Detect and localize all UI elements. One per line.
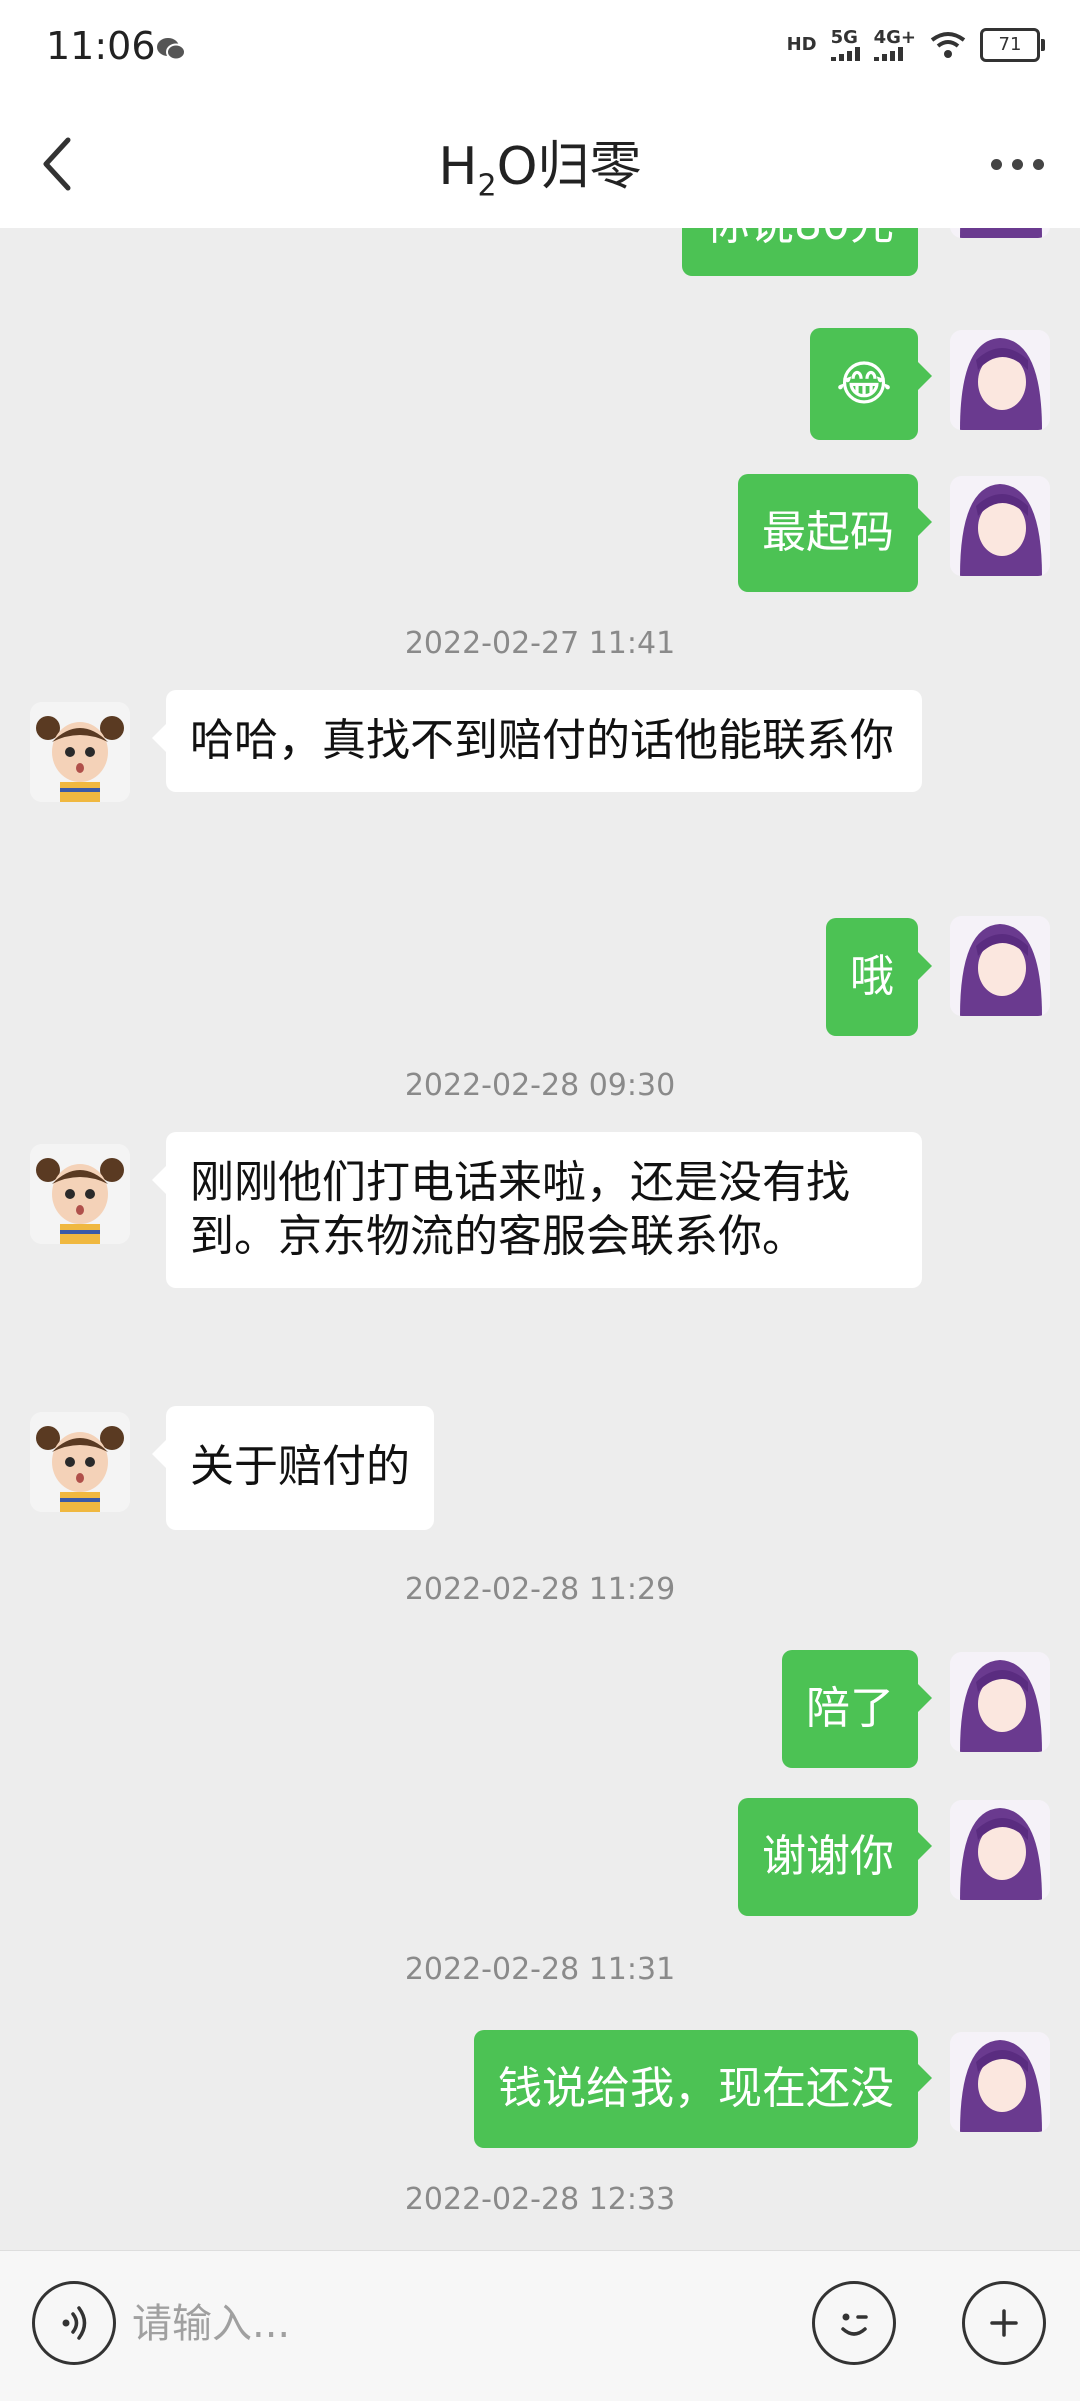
message-timestamp: 2022-02-28 12:33 <box>404 2182 676 2217</box>
sent-message-bubble[interactable]: 谢谢你 <box>738 1798 932 1916</box>
signal-bars-4g-icon <box>873 47 903 61</box>
sent-message-bubble[interactable]: 最起码 <box>738 474 932 592</box>
sent-emoji-bubble[interactable]: 😂 <box>810 328 932 440</box>
received-message-bubble[interactable]: 哈哈，真找不到赔付的话他能联系你 <box>152 690 922 792</box>
my-avatar[interactable] <box>950 2032 1050 2132</box>
wifi-icon <box>930 32 966 58</box>
network-4g-label: 4G+ <box>873 27 916 48</box>
message-timestamp: 2022-02-27 11:41 <box>404 626 676 661</box>
more-functions-button[interactable] <box>962 2281 1046 2365</box>
plus-icon <box>990 2309 1018 2337</box>
sent-message-bubble[interactable]: 陪了 <box>782 1650 932 1768</box>
received-message-bubble[interactable]: 刚刚他们打电话来啦，还是没有找到。京东物流的客服会联系你。 <box>152 1132 922 1288</box>
sent-message-bubble[interactable]: 你说80元 <box>682 228 918 276</box>
signal-bars-5g-icon <box>830 47 860 61</box>
received-message-bubble[interactable]: 关于赔付的 <box>152 1406 434 1530</box>
emoji-button[interactable] <box>812 2281 896 2365</box>
battery-icon: 71 <box>980 28 1045 62</box>
hd-label: HD <box>786 34 817 55</box>
my-avatar[interactable] <box>950 1800 1050 1900</box>
wechat-notification-icon <box>157 38 186 61</box>
message-timestamp: 2022-02-28 11:31 <box>404 1952 676 1987</box>
message-list[interactable]: 你说80元 😂 最起码 2022-02-27 11:41 哈哈，真找不到赔付的话… <box>0 228 1080 2250</box>
voice-icon <box>62 2306 87 2340</box>
message-timestamp: 2022-02-28 11:29 <box>404 1572 676 1607</box>
smiley-icon <box>841 2313 868 2336</box>
more-options-icon[interactable] <box>982 134 1052 194</box>
contact-avatar[interactable] <box>30 702 130 802</box>
sent-message-bubble[interactable]: 钱说给我，现在还没 <box>474 2030 932 2148</box>
status-indicators: HD 5G 4G+ 71 <box>786 27 1045 62</box>
my-avatar[interactable] <box>950 330 1050 430</box>
laughing-emoji-icon: 😂 <box>835 356 893 412</box>
network-5g-label: 5G <box>830 27 858 48</box>
voice-input-button[interactable] <box>32 2281 116 2365</box>
input-bar <box>0 2250 1080 2401</box>
my-avatar[interactable] <box>950 228 1050 238</box>
contact-avatar[interactable] <box>30 1144 130 1244</box>
chat-header: H2O归零 <box>0 100 1080 228</box>
contact-avatar[interactable] <box>30 1412 130 1512</box>
my-avatar[interactable] <box>950 1652 1050 1752</box>
status-bar: 11:06 HD 5G 4G+ 71 <box>0 0 1080 100</box>
message-input[interactable] <box>130 2281 784 2367</box>
chat-title: H2O归零 <box>438 137 642 204</box>
sent-message-bubble[interactable]: 哦 <box>826 918 932 1036</box>
message-timestamp: 2022-02-28 09:30 <box>404 1068 676 1103</box>
status-time: 11:06 <box>46 24 156 68</box>
my-avatar[interactable] <box>950 916 1050 1016</box>
battery-level: 71 <box>998 34 1022 55</box>
my-avatar[interactable] <box>950 476 1050 576</box>
